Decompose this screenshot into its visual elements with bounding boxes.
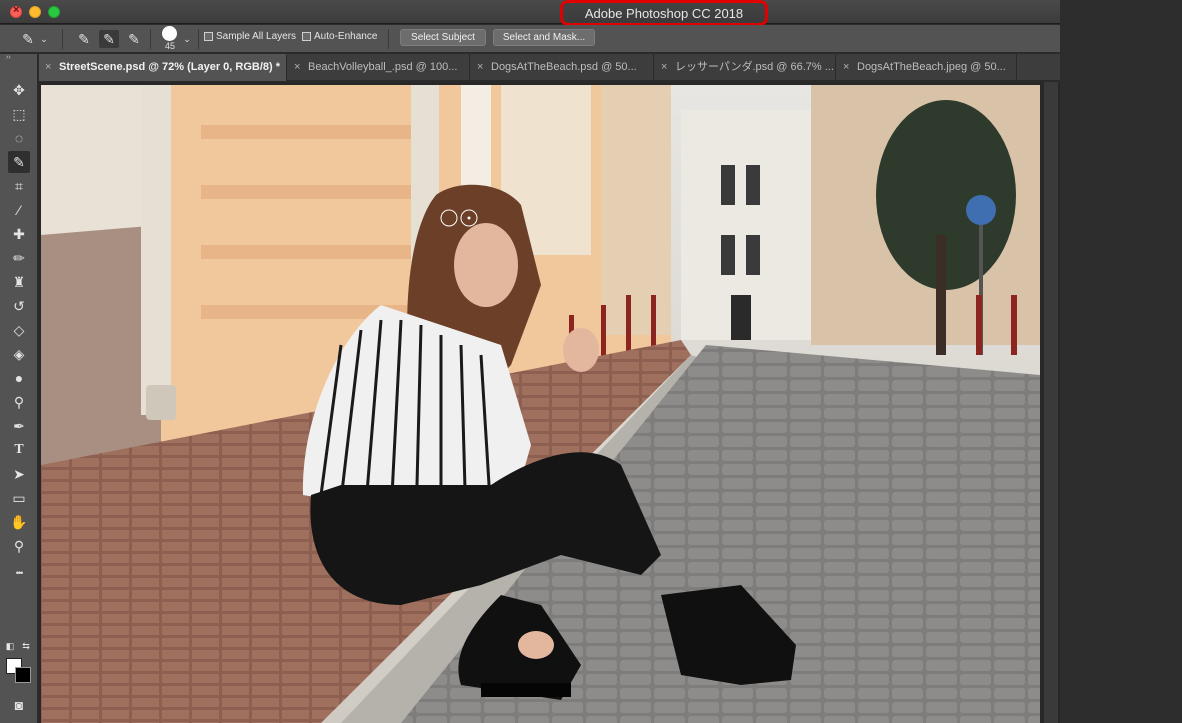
tab-beachvolleyball[interactable]: × BeachVolleyball_.psd @ 100... — [288, 54, 470, 81]
tab-lesser-panda[interactable]: × レッサーパンダ.psd @ 66.7% ... — [655, 54, 836, 81]
new-selection-icon[interactable]: ✎ — [74, 30, 94, 48]
screen-mode-icon[interactable]: ⧉ — [8, 718, 30, 723]
hand-tool-icon[interactable]: ✋ — [8, 511, 30, 533]
divider — [198, 29, 199, 49]
tab-dogsatthebeach-psd[interactable]: × DogsAtTheBeach.psd @ 50... — [471, 54, 654, 81]
window-minimize-button[interactable] — [29, 6, 41, 18]
chevron-down-icon[interactable]: ⌄ — [38, 30, 50, 48]
pen-tool-icon[interactable]: ✒ — [8, 415, 30, 437]
brush-picker-chevron-down-icon[interactable]: ⌄ — [181, 30, 193, 48]
tab-label: DogsAtTheBeach.psd @ 50... — [491, 61, 637, 73]
clone-stamp-tool-icon[interactable]: ♜ — [8, 271, 30, 293]
select-subject-button[interactable]: Select Subject — [400, 29, 486, 46]
vertical-scrollbar[interactable] — [1044, 82, 1058, 723]
tool-preset-picker-icon[interactable]: ✎ — [18, 30, 38, 48]
rectangle-tool-icon[interactable]: ▭ — [8, 487, 30, 509]
sample-all-layers-label: Sample All Layers — [216, 31, 297, 42]
auto-enhance-checkbox[interactable] — [302, 32, 311, 41]
sample-all-layers-checkbox[interactable] — [204, 32, 213, 41]
street-scene-photo — [41, 85, 1040, 723]
close-icon[interactable]: × — [477, 54, 483, 81]
move-tool-icon[interactable]: ✥ — [8, 79, 30, 101]
path-selection-tool-icon[interactable]: ➤ — [8, 463, 30, 485]
tab-streetscene[interactable]: × StreetScene.psd @ 72% (Layer 0, RGB/8)… — [39, 54, 287, 81]
brush-preview-icon[interactable] — [162, 26, 177, 41]
close-icon[interactable]: × — [45, 54, 51, 81]
auto-enhance-label: Auto-Enhance — [314, 31, 378, 42]
close-icon[interactable]: × — [294, 54, 300, 81]
healing-brush-tool-icon[interactable]: ✚ — [8, 223, 30, 245]
document-tab-bar: × StreetScene.psd @ 72% (Layer 0, RGB/8)… — [39, 54, 1060, 81]
divider — [150, 29, 151, 49]
tools-panel: ›› ◧ ⇆ ◙ ✥ ⬚ ◌ ✎ ⌗ ⁄ ✚ ✏ ♜ ↺ ◇ ◈ ● ⚲ ✒ T… — [0, 54, 38, 723]
zoom-tool-icon[interactable]: ⚲ — [8, 535, 30, 557]
brush-tool-icon[interactable]: ✏ — [8, 247, 30, 269]
quick-selection-tool-icon[interactable]: ✎ — [8, 151, 30, 173]
background-color-swatch[interactable] — [15, 667, 31, 683]
divider — [388, 29, 389, 49]
dodge-tool-icon[interactable]: ⚲ — [8, 391, 30, 413]
close-icon[interactable]: × — [661, 54, 667, 81]
window-close-button[interactable] — [10, 4, 22, 18]
brush-size-value: 45 — [164, 41, 175, 51]
crop-tool-icon[interactable]: ⌗ — [8, 175, 30, 197]
subtract-from-selection-icon[interactable]: ✎ — [124, 30, 144, 48]
type-tool-icon[interactable]: T — [8, 439, 30, 461]
close-icon[interactable]: × — [843, 54, 849, 81]
panel-collapse-icon[interactable]: ›› — [0, 54, 38, 64]
paint-bucket-tool-icon[interactable]: ◈ — [8, 343, 30, 365]
app-title: Adobe Photoshop CC 2018 — [560, 0, 768, 26]
marquee-tool-icon[interactable]: ⬚ — [8, 103, 30, 125]
more-tools-icon[interactable]: ••• — [8, 562, 30, 584]
tab-dogsatthebeach-jpeg[interactable]: × DogsAtTheBeach.jpeg @ 50... — [837, 54, 1017, 81]
blur-tool-icon[interactable]: ● — [8, 367, 30, 389]
window-maximize-button[interactable] — [48, 6, 60, 18]
tab-label: BeachVolleyball_.psd @ 100... — [308, 61, 458, 73]
divider — [62, 29, 63, 49]
document-canvas[interactable] — [41, 85, 1040, 723]
eyedropper-tool-icon[interactable]: ⁄ — [8, 199, 30, 221]
title-bar: Adobe Photoshop CC 2018 — [0, 0, 1060, 26]
history-brush-tool-icon[interactable]: ↺ — [8, 295, 30, 317]
tab-label: DogsAtTheBeach.jpeg @ 50... — [857, 61, 1006, 73]
default-colors-icon[interactable]: ◧ — [4, 640, 16, 652]
tab-label: StreetScene.psd @ 72% (Layer 0, RGB/8) * — [59, 61, 281, 73]
add-to-selection-icon[interactable]: ✎ — [99, 30, 119, 48]
desktop-background — [1060, 0, 1182, 723]
document-window — [39, 82, 1060, 723]
select-and-mask-button[interactable]: Select and Mask... — [493, 29, 595, 46]
swap-colors-icon[interactable]: ⇆ — [20, 640, 32, 652]
quick-mask-icon[interactable]: ◙ — [8, 694, 30, 716]
lasso-tool-icon[interactable]: ◌ — [8, 127, 30, 149]
tab-label: レッサーパンダ.psd @ 66.7% ... — [675, 61, 834, 73]
eraser-tool-icon[interactable]: ◇ — [8, 319, 30, 341]
